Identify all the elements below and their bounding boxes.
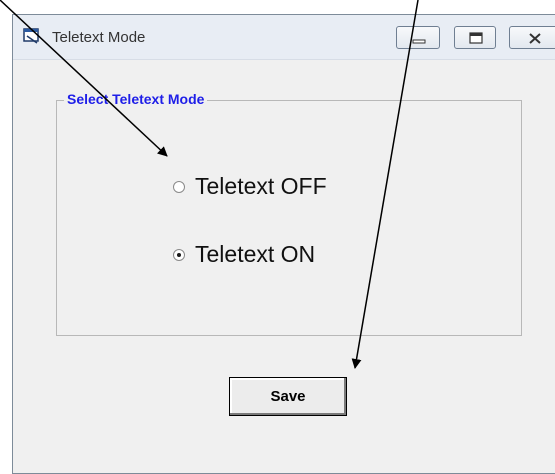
maximize-icon xyxy=(469,32,483,44)
close-button[interactable] xyxy=(509,26,555,49)
save-button[interactable]: Save xyxy=(229,377,347,416)
teletext-mode-window: Teletext Mode Select Teletext Mode Telet… xyxy=(12,14,555,474)
radio-on-indicator[interactable] xyxy=(173,248,185,261)
radio-teletext-on[interactable]: Teletext ON xyxy=(173,241,315,268)
radio-teletext-off[interactable]: Teletext OFF xyxy=(173,173,327,200)
minimize-button[interactable] xyxy=(396,26,440,49)
window-icon xyxy=(23,27,41,44)
window-title: Teletext Mode xyxy=(52,29,146,46)
close-icon xyxy=(529,33,541,44)
radio-off-indicator[interactable] xyxy=(173,180,185,193)
radio-on-label[interactable]: Teletext ON xyxy=(195,241,315,268)
teletext-mode-group: Select Teletext Mode xyxy=(56,91,522,336)
title-bar[interactable]: Teletext Mode xyxy=(13,15,555,60)
radio-off-label[interactable]: Teletext OFF xyxy=(195,173,327,200)
group-legend: Select Teletext Mode xyxy=(64,91,208,107)
maximize-button[interactable] xyxy=(454,26,496,49)
minimize-icon xyxy=(412,39,426,44)
